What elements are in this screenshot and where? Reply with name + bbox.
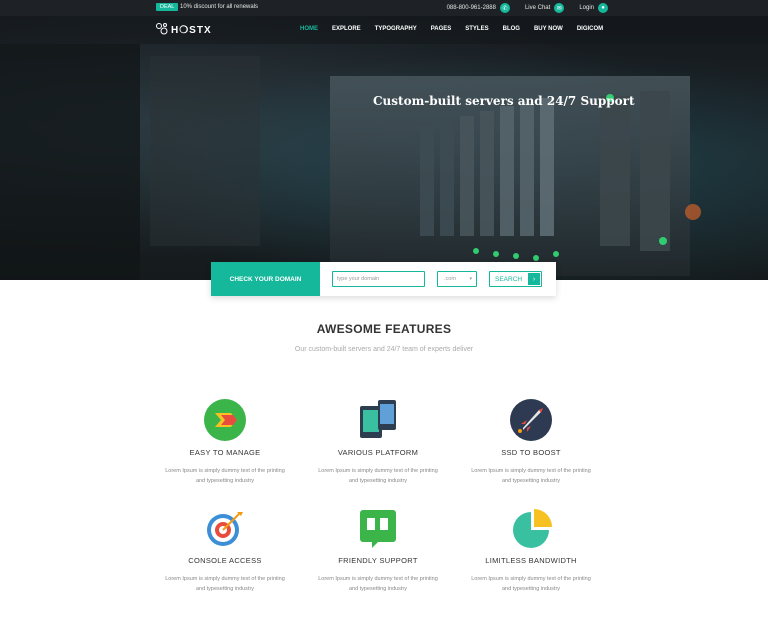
login-label: Login <box>579 5 594 11</box>
tld-select[interactable]: .com ▾ <box>437 271 477 287</box>
feature-description: Lorem Ipsum is simply dummy text of the … <box>461 574 601 594</box>
feature-title: EASY TO MANAGE <box>189 448 261 457</box>
feature-desc-line: Lorem Ipsum is simply dummy text of the … <box>165 576 285 582</box>
feature-description: Lorem Ipsum is simply dummy text of the … <box>308 466 448 486</box>
logo[interactable]: H❍STX <box>155 22 212 39</box>
feature-title: CONSOLE ACCESS <box>188 556 262 565</box>
logo-mark-icon <box>155 22 169 39</box>
nav-blog[interactable]: BLOG <box>503 26 520 32</box>
feature-desc-line: and typesetting industry <box>195 478 255 484</box>
feature-desc-line: and typesetting industry <box>348 478 408 484</box>
feature-limitless-bandwidth: LIMITLESS BANDWIDTH Lorem Ipsum is simpl… <box>461 506 601 594</box>
chat-quote-icon <box>356 506 400 550</box>
feature-desc-line: Lorem Ipsum is simply dummy text of the … <box>318 468 438 474</box>
nav-buy-now[interactable]: BUY NOW <box>534 26 563 32</box>
deal-badge: DEAL <box>156 3 179 11</box>
feature-desc-line: and typesetting industry <box>501 586 561 592</box>
feature-easy-to-manage: EASY TO MANAGE Lorem Ipsum is simply dum… <box>155 398 295 486</box>
logo-text: H❍STX <box>171 25 212 36</box>
nav-home[interactable]: HOME <box>300 26 318 32</box>
deal-text: 10% discount for all renewals <box>180 4 259 10</box>
login-link[interactable]: Login ● <box>579 3 608 13</box>
nav-typography[interactable]: TYPOGRAPHY <box>375 26 417 32</box>
top-bar: DEAL 10% discount for all renewals 088-8… <box>0 0 768 16</box>
nav-explore[interactable]: EXPLORE <box>332 26 361 32</box>
feature-description: Lorem Ipsum is simply dummy text of the … <box>461 466 601 486</box>
feature-desc-line: Lorem Ipsum is simply dummy text of the … <box>318 576 438 582</box>
nav-pages[interactable]: PAGES <box>431 26 452 32</box>
feature-desc-line: Lorem Ipsum is simply dummy text of the … <box>471 576 591 582</box>
live-chat-label: Live Chat <box>524 5 551 11</box>
chevron-down-icon: ▾ <box>469 276 472 282</box>
tld-value: .com <box>444 276 456 282</box>
search-button[interactable]: SEARCH › <box>489 271 542 287</box>
pie-chart-icon <box>509 506 553 550</box>
main-nav: HOME EXPLORE TYPOGRAPHY PAGES STYLES BLO… <box>300 26 617 32</box>
server-rack-image <box>0 44 701 280</box>
feature-desc-line: and typesetting industry <box>501 478 561 484</box>
feature-title: LIMITLESS BANDWIDTH <box>485 556 577 565</box>
phone-link[interactable]: 088-800-961-2888 ✆ <box>447 3 510 13</box>
feature-desc-line: Lorem Ipsum is simply dummy text of the … <box>471 468 591 474</box>
feature-description: Lorem Ipsum is simply dummy text of the … <box>308 574 448 594</box>
hero-banner: H❍STX HOME EXPLORE TYPOGRAPHY PAGES STYL… <box>0 16 768 280</box>
feature-description: Lorem Ipsum is simply dummy text of the … <box>155 574 295 594</box>
feature-desc-line: and typesetting industry <box>348 586 408 592</box>
features-title: AWESOME FEATURES <box>316 322 452 336</box>
feature-console-access: CONSOLE ACCESS Lorem Ipsum is simply dum… <box>155 506 295 594</box>
feature-title: VARIOUS PLATFORM <box>337 448 419 457</box>
live-chat-link[interactable]: Live Chat ✉ <box>524 3 565 13</box>
main-navbar: H❍STX HOME EXPLORE TYPOGRAPHY PAGES STYL… <box>0 16 768 44</box>
feature-description: Lorem Ipsum is simply dummy text of the … <box>155 466 295 486</box>
target-icon <box>203 506 247 550</box>
feature-desc-line: Lorem Ipsum is simply dummy text of the … <box>165 468 285 474</box>
search-button-label: SEARCH <box>495 275 523 283</box>
domain-input[interactable]: type your domain <box>332 271 425 287</box>
domain-search-label: CHECK YOUR DOMAIN <box>211 262 320 296</box>
feature-various-platform: VARIOUS PLATFORM Lorem Ipsum is simply d… <box>308 398 448 486</box>
feature-friendly-support: FRIENDLY SUPPORT Lorem Ipsum is simply d… <box>308 506 448 594</box>
top-contacts: 088-800-961-2888 ✆ Live Chat ✉ Login ● <box>437 2 608 14</box>
feature-desc-line: and typesetting industry <box>195 586 255 592</box>
devices-icon <box>356 398 400 442</box>
nav-digicom[interactable]: DIGICOM <box>577 26 603 32</box>
arrow-badge-icon <box>203 398 247 442</box>
phone-icon: ✆ <box>499 3 510 13</box>
user-icon: ● <box>598 3 608 13</box>
phone-number: 088-800-961-2888 <box>446 5 496 11</box>
feature-title: FRIENDLY SUPPORT <box>338 556 418 565</box>
hero-title: Custom-built servers and 24/7 Support <box>373 94 635 108</box>
feature-ssd-to-boost: SSD TO BOOST Lorem Ipsum is simply dummy… <box>461 398 601 486</box>
chevron-right-icon: › <box>528 273 540 285</box>
nav-styles[interactable]: STYLES <box>465 26 488 32</box>
domain-search-box: CHECK YOUR DOMAIN type your domain .com … <box>211 262 556 296</box>
rocket-icon <box>509 398 553 442</box>
feature-title: SSD TO BOOST <box>501 448 561 457</box>
chat-icon: ✉ <box>554 3 565 13</box>
features-subtitle: Our custom-built servers and 24/7 team o… <box>294 346 474 353</box>
